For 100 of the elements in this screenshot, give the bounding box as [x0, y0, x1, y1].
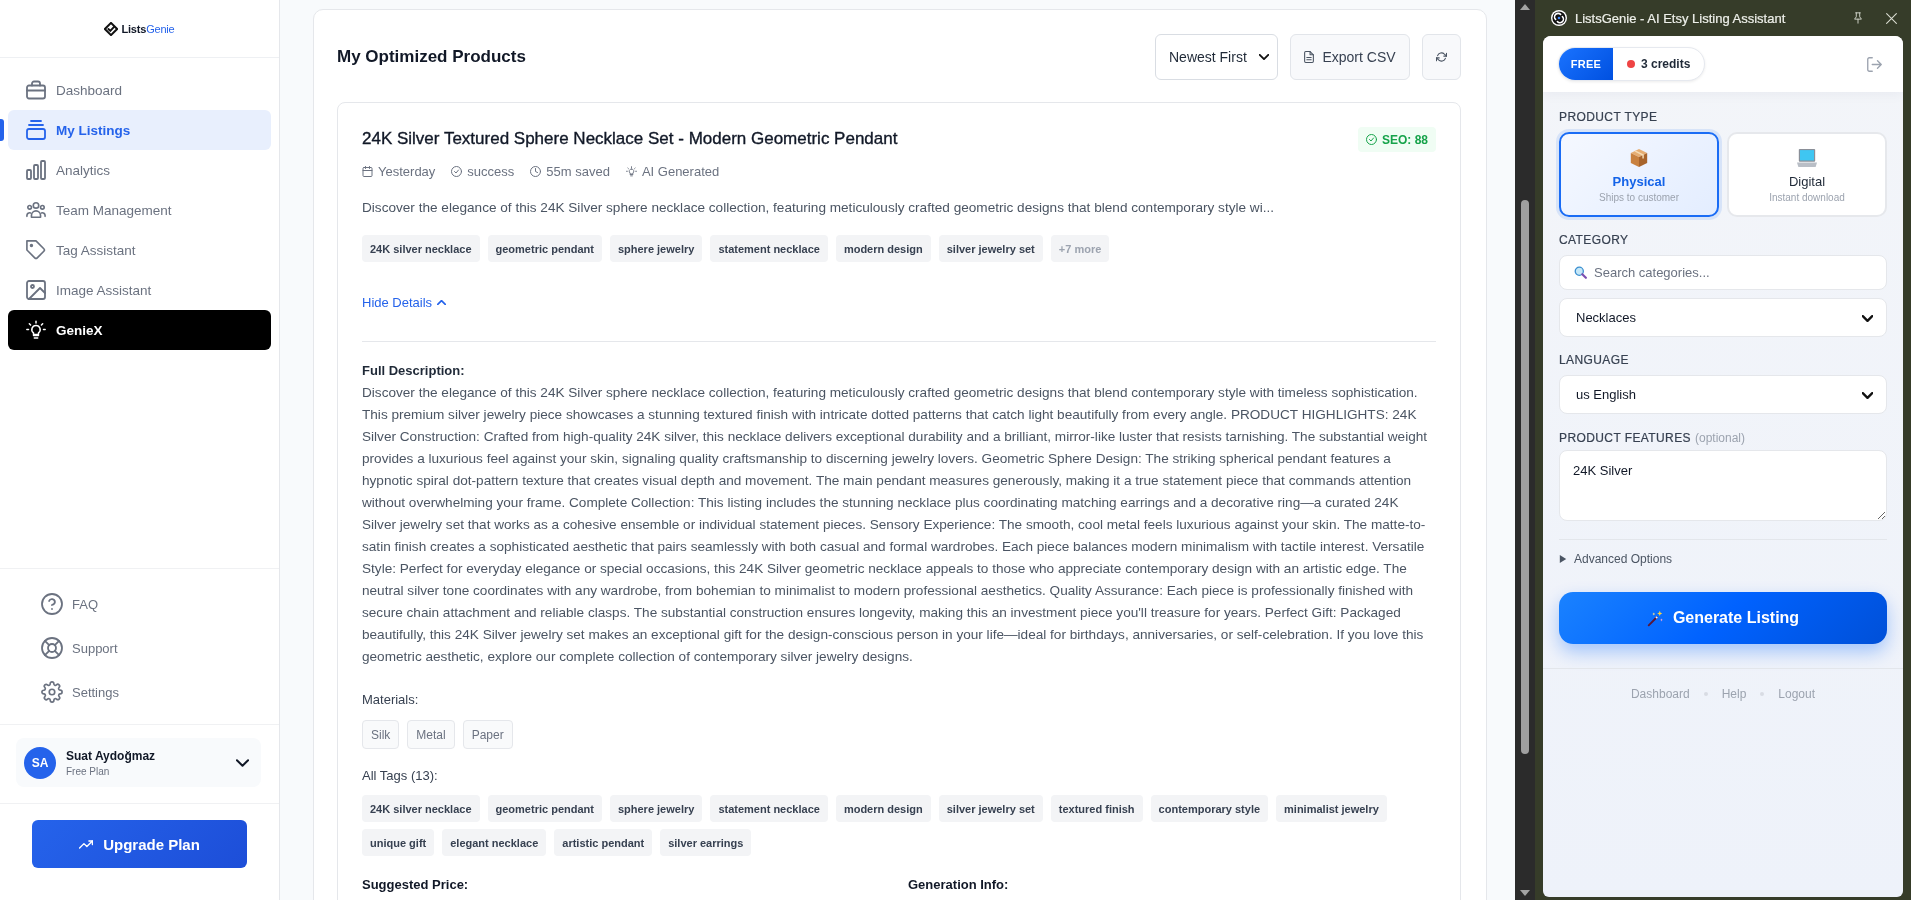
details-toggle[interactable]: Hide Details: [362, 293, 447, 311]
product-type-option[interactable]: Physical Ships to customer: [1559, 132, 1719, 217]
material-chip: Metal: [407, 720, 455, 749]
export-csv-button[interactable]: Export CSV: [1290, 34, 1410, 80]
material-chip: Paper: [462, 720, 513, 749]
credits-count: 3 credits: [1641, 57, 1691, 71]
scrollbar-thumb[interactable]: [1521, 200, 1529, 754]
seo-score: SEO: 88: [1381, 132, 1428, 147]
search-icon: [1574, 266, 1587, 279]
briefcase-icon: [26, 80, 46, 100]
tag-chip: sphere jewelry: [609, 235, 703, 262]
tag-chip: unique gift: [362, 829, 435, 856]
magic-wand-icon: [1646, 609, 1664, 627]
check-circle-icon: [1365, 134, 1377, 145]
tag-chip: silver earrings: [660, 829, 752, 856]
user-menu[interactable]: SA Suat Aydoğmaz Free Plan: [16, 738, 261, 787]
tag-chip: contemporary style: [1150, 795, 1269, 822]
user-name: Suat Aydoğmaz: [66, 748, 156, 763]
image-icon: [26, 280, 46, 300]
nav-item[interactable]: Tag Assistant: [8, 230, 271, 270]
tag-chip: minimalist jewelry: [1276, 795, 1387, 822]
product-type-option[interactable]: Digital Instant download: [1727, 132, 1887, 217]
field-label: LANGUAGE: [1559, 352, 1629, 368]
tag-chip: 24K silver necklace: [362, 235, 480, 262]
field-hint: (optional): [1694, 430, 1745, 446]
package-icon: [1629, 148, 1649, 168]
chevron-down-icon: [1862, 391, 1873, 399]
caret-right-icon: [1559, 555, 1567, 563]
laptop-icon: [1797, 148, 1817, 168]
tag-chip: artistic pendant: [554, 829, 653, 856]
tag-chip: geometric pendant: [487, 795, 602, 822]
trending-up-icon: [79, 839, 94, 849]
user-avatar: SA: [24, 746, 56, 779]
nav-item[interactable]: My Listings: [8, 110, 271, 150]
chevron-down-icon: [1259, 54, 1269, 60]
field-label: PRODUCT FEATURES: [1559, 430, 1691, 446]
section-label: Materials:: [362, 691, 419, 709]
section-label: All Tags (13):: [362, 767, 438, 785]
clock-icon: [530, 165, 542, 177]
logo-wordmark[interactable]: ListsGenie: [121, 22, 175, 35]
app-logo-icon: [1551, 10, 1567, 26]
refresh-icon: [1436, 52, 1447, 62]
tag-chip: statement necklace: [710, 795, 828, 822]
scroll-up-arrow-icon[interactable]: [1520, 4, 1530, 10]
plan-badge: FREE: [1559, 48, 1613, 80]
nav-item[interactable]: Image Assistant: [8, 270, 271, 310]
tag-chip: silver jewelry set: [938, 795, 1043, 822]
status-dot-icon: [1627, 60, 1635, 68]
tag-chip: modern design: [835, 235, 931, 262]
chevron-down-icon: [236, 758, 249, 767]
chevron-up-icon: [437, 299, 447, 305]
tag-chip: modern design: [835, 795, 931, 822]
advanced-options-toggle[interactable]: Advanced Options: [1559, 551, 1673, 567]
material-chip: Silk: [362, 720, 400, 749]
description-excerpt: Discover the elegance of this 24K Silver sphere necklace collection, featuring meticulously crafted geometric designs that blend contemporary style wi...: [362, 199, 1275, 217]
meta-text: 55m saved: [546, 163, 610, 179]
field-label: CATEGORY: [1559, 232, 1629, 248]
check-circle-icon: [451, 165, 463, 177]
category-select[interactable]: Necklaces: [1559, 298, 1887, 337]
tag-icon: [26, 240, 46, 260]
nav-item[interactable]: Team Management: [8, 190, 271, 230]
sidebar-link[interactable]: FAQ: [16, 586, 98, 622]
type-description: Instant download: [1769, 191, 1845, 205]
people-icon: [26, 200, 46, 220]
meta-text: success: [467, 163, 515, 179]
bar-chart-icon: [26, 160, 46, 180]
sort-select[interactable]: Newest First: [1155, 34, 1278, 80]
page-title: My Optimized Products: [337, 47, 526, 67]
category-search-field[interactable]: Search categories...: [1559, 255, 1887, 290]
sidebar-link[interactable]: Support: [16, 630, 118, 666]
active-indicator: [0, 119, 4, 141]
nav-item[interactable]: Analytics: [8, 150, 271, 190]
logo-mark-icon: [104, 21, 119, 36]
tag-chip: statement necklace: [710, 235, 828, 262]
field-label: PRODUCT TYPE: [1559, 109, 1658, 125]
upgrade-button[interactable]: Upgrade Plan: [32, 820, 247, 868]
tag-chip: textured finish: [1050, 795, 1143, 822]
full-description: Discover the elegance of this 24K Silver sphere necklace collection, featuring meticulously crafted geometric designs that blend contemporary style with timeless sophistication. This premium silver jewelry piece showcases a stunning textured finish with intricate dotted patterns that catch light beautifully from every angle. PRODUCT HIGHLIGHTS: 24K Silver Construction: Crafted from high-quality 24K silver, this necklace delivers exceptional durability and a brilliant, mirror-like luster that resists tarnishing. The substantial weight provides a luxurious feel against your skin, signaling quality craftsmanship to discerning jewelry lovers. Geometric Sphere Design: The striking spherical pendant features a hypnotic spiral dot-pattern texture that creates visual depth and movement. The main pendant measures generously, making it a true statement piece that commands attention without overwhelming your frame. Complete Collection: This listing includes the stunning necklace plus coordinating matching earrings and a decorative ring—a curated 24K Silver jewelry set that works as a cohesive ensemble or individual statement pieces. Sensory Experience: The smooth, cool metal feels luxurious against your skin. The matte-to-satin finish creates a sophisticated aesthetic that pairs seamlessly with both casual and formal wardrobes. Each piece balances modern minimalism with tactile interest. Versatile Style: Perfect for everyday elegance or special occasions, this 24K Silver geometric necklace appeals to those who appreciate contemporary design with an artistic edge. The neutral silver tone coordinates with any wardrobe, from bohemian to minimalist to modern professional aesthetics. Quality Assurance: Each piece is professionally finished with secure chain attachment and reliable clasps. The substantial construction ensures longevity, making this an investment piece you'll treasure for years. Perfect Gift: Packaged beautifully, this 24K Silver jewelry set makes an exceptional gift for the design-conscious person in your life—ideal for birthdays, anniversaries, or self-celebration. If you love this geometric aesthetic, explore our complete collection of contemporary silver jewelry designs.: [362, 384, 1429, 666]
nav-item[interactable]: Dashboard: [8, 70, 271, 110]
meta-text: Yesterday: [378, 163, 436, 179]
nav-item[interactable]: GenieX: [8, 310, 271, 350]
type-description: Ships to customer: [1598, 191, 1679, 205]
tag-chip: geometric pendant: [487, 235, 602, 262]
pin-icon[interactable]: [1854, 12, 1862, 24]
scroll-down-arrow-icon[interactable]: [1520, 890, 1530, 896]
language-select[interactable]: us English: [1559, 375, 1887, 414]
tag-chip: silver jewelry set: [938, 235, 1043, 262]
close-icon[interactable]: [1886, 12, 1897, 24]
section-label: Suggested Price:: [362, 877, 469, 892]
lightbulb-icon: [26, 320, 46, 340]
chevron-down-icon: [1862, 314, 1873, 322]
product-title: 24K Silver Textured Sphere Necklace Set - Modern Geometric Pendant: [362, 128, 898, 150]
sidebar-link[interactable]: Settings: [16, 674, 119, 710]
generate-listing-button[interactable]: Generate Listing: [1559, 592, 1887, 644]
lightbulb-icon: [625, 165, 637, 177]
section-label: Generation Info:: [908, 877, 1009, 892]
settings-icon: [41, 681, 63, 703]
help-icon: [41, 593, 63, 615]
features-field[interactable]: 24K Silver: [1559, 450, 1887, 521]
layers-icon: [26, 120, 46, 140]
